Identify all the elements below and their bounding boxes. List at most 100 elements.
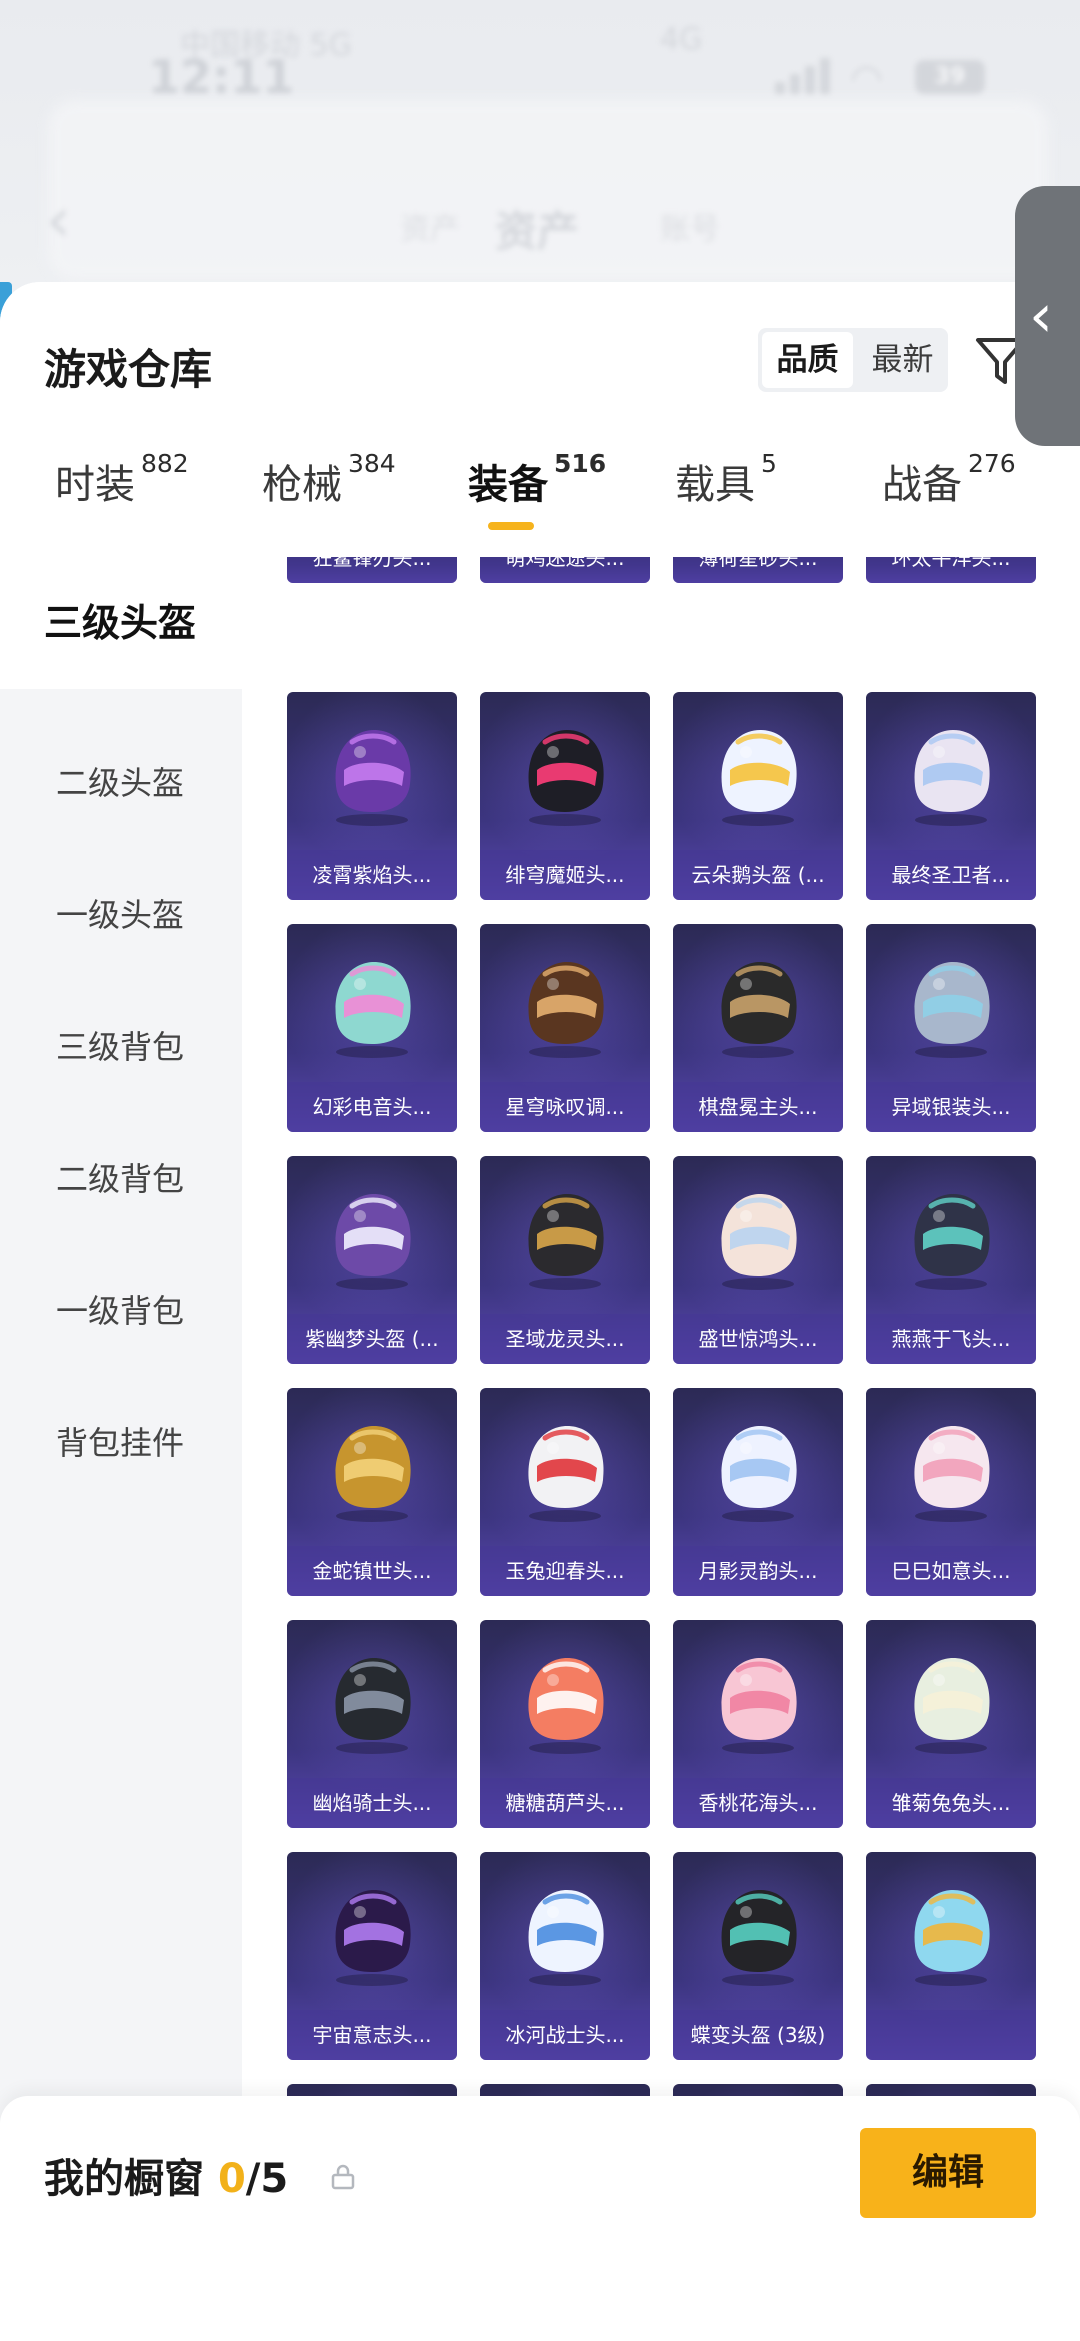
- side-item-backpack-1[interactable]: 一级背包: [0, 1245, 242, 1377]
- item-card[interactable]: 宇宙意志头...: [287, 1852, 457, 2060]
- item-name: 幽焰骑士头...: [287, 1778, 457, 1828]
- item-card[interactable]: 雏菊兔兔头...: [866, 1620, 1036, 1828]
- item-card[interactable]: 燕燕于飞头...: [866, 1156, 1036, 1364]
- item-card[interactable]: 紫幽梦头盔 (...: [287, 1156, 457, 1364]
- item-card[interactable]: 幻彩电音头...: [287, 924, 457, 1132]
- item-card[interactable]: 金蛇镇世头...: [287, 1388, 457, 1596]
- side-item-helmet-2[interactable]: 二级头盔: [0, 717, 242, 849]
- item-name: 蝶变头盔 (3级): [673, 2010, 843, 2060]
- helmet-icon: [528, 1426, 604, 1522]
- item-name: 圣域龙灵头...: [480, 1314, 650, 1364]
- item-card[interactable]: 萌鸡迷途头...: [480, 557, 650, 583]
- item-name: 巳巳如意头...: [866, 1546, 1036, 1596]
- item-card[interactable]: 幽焰骑士头...: [287, 1620, 457, 1828]
- showcase-bar: 我的橱窗 0/5 编辑: [0, 2096, 1080, 2341]
- item-card[interactable]: 圣域龙灵头...: [480, 1156, 650, 1364]
- item-name: 萌鸡迷途头...: [480, 557, 650, 583]
- item-name: 雏菊兔兔头...: [866, 1778, 1036, 1828]
- back-icon: ‹: [46, 183, 71, 256]
- battery-icon: 39: [915, 60, 985, 94]
- item-card[interactable]: 狂鲨锋刃头...: [287, 557, 457, 583]
- showcase-current: 0: [217, 2156, 246, 2202]
- side-item-helmet-3[interactable]: 三级头盔: [0, 557, 242, 689]
- tab-label: 枪械: [262, 462, 342, 508]
- showcase-total: /5: [245, 2156, 289, 2202]
- warehouse-sheet: 游戏仓库 品质 最新 时装 882 枪械 384 装备 516 载具 5 战备 276: [0, 282, 1080, 2341]
- item-name: 宇宙意志头...: [287, 2010, 457, 2060]
- item-card[interactable]: 绯穹魔姬头...: [480, 692, 650, 900]
- helmet-icon: [335, 962, 411, 1058]
- item-card[interactable]: 星穹咏叹调...: [480, 924, 650, 1132]
- item-card[interactable]: 香桃花海头...: [673, 1620, 843, 1828]
- tab-label: 时装: [55, 462, 135, 508]
- helmet-icon: [528, 1890, 604, 1986]
- item-card[interactable]: 棋盘冕主头...: [673, 924, 843, 1132]
- tab-weapons[interactable]: 枪械 384: [262, 448, 396, 510]
- item-name: 月影灵韵头...: [673, 1546, 843, 1596]
- item-name: 金蛇镇世头...: [287, 1546, 457, 1596]
- item-card[interactable]: 盛世惊鸿头...: [673, 1156, 843, 1364]
- item-grid: 狂鲨锋刃头... 萌鸡迷途头... 薄荷星砂头... 环太平洋头... 凌霄紫焰头...…: [242, 557, 1080, 2341]
- showcase-title: 我的橱窗 0/5: [44, 2146, 288, 2204]
- item-name: 棋盘冕主头...: [673, 1082, 843, 1132]
- sheet-header: 游戏仓库 品质 最新 时装 882 枪械 384 装备 516 载具 5 战备 276: [0, 282, 1080, 557]
- item-card[interactable]: 云朵鹅头盔 (...: [673, 692, 843, 900]
- helmet-icon: [528, 1194, 604, 1290]
- side-item-helmet-1[interactable]: 一级头盔: [0, 849, 242, 981]
- sort-quality[interactable]: 品质: [762, 332, 853, 388]
- item-card[interactable]: [866, 1852, 1036, 2060]
- item-card[interactable]: 环太平洋头...: [866, 557, 1036, 583]
- item-name: 糖糖葫芦头...: [480, 1778, 650, 1828]
- sort-newest[interactable]: 最新: [857, 328, 948, 392]
- item-name: 薄荷星砂头...: [673, 557, 843, 583]
- helmet-icon: [528, 1658, 604, 1754]
- subcategory-sidebar: 三级头盔 二级头盔 一级头盔 三级背包 二级背包 一级背包 背包挂件: [0, 557, 242, 2341]
- item-card[interactable]: 冰河战士头...: [480, 1852, 650, 2060]
- tab-count: 384: [348, 448, 396, 478]
- item-card[interactable]: 蝶变头盔 (3级): [673, 1852, 843, 2060]
- tab-count: 882: [141, 448, 189, 478]
- helmet-icon: [335, 1658, 411, 1754]
- edit-button[interactable]: 编辑: [860, 2128, 1036, 2218]
- tab-fashion[interactable]: 时装 882: [55, 448, 189, 510]
- background-right-tab: 账号: [660, 212, 720, 247]
- item-name: 燕燕于飞头...: [866, 1314, 1036, 1364]
- helmet-icon: [721, 962, 797, 1058]
- helmet-icon: [914, 1426, 990, 1522]
- item-name: 凌霄紫焰头...: [287, 850, 457, 900]
- side-panel-handle[interactable]: ‹: [1015, 186, 1080, 446]
- item-name: 玉兔迎春头...: [480, 1546, 650, 1596]
- item-name: 绯穹魔姬头...: [480, 850, 650, 900]
- tab-label: 载具: [675, 462, 755, 508]
- item-card[interactable]: 凌霄紫焰头...: [287, 692, 457, 900]
- item-name: 冰河战士头...: [480, 2010, 650, 2060]
- page-title: 游戏仓库: [44, 345, 213, 394]
- item-card[interactable]: 糖糖葫芦头...: [480, 1620, 650, 1828]
- item-name: 异域银装头...: [866, 1082, 1036, 1132]
- helmet-icon: [914, 1658, 990, 1754]
- item-name: 最终圣卫者...: [866, 850, 1036, 900]
- item-card[interactable]: 薄荷星砂头...: [673, 557, 843, 583]
- side-item-backpack-charm[interactable]: 背包挂件: [0, 1377, 242, 1509]
- helmet-icon: [914, 730, 990, 826]
- item-card[interactable]: 玉兔迎春头...: [480, 1388, 650, 1596]
- item-card[interactable]: 异域银装头...: [866, 924, 1036, 1132]
- status-time: 12:11: [148, 50, 295, 104]
- item-card[interactable]: 巳巳如意头...: [866, 1388, 1036, 1596]
- background-left-tab: 资产: [400, 212, 460, 247]
- item-name: 云朵鹅头盔 (...: [673, 850, 843, 900]
- item-name: 香桃花海头...: [673, 1778, 843, 1828]
- item-card[interactable]: 最终圣卫者...: [866, 692, 1036, 900]
- signal-icon: [775, 58, 831, 94]
- helmet-icon: [335, 730, 411, 826]
- side-item-backpack-3[interactable]: 三级背包: [0, 981, 242, 1113]
- status-bar: 中国移动 5G 4G 12:11 ◠ 39: [0, 0, 1080, 110]
- lock-icon: [331, 2164, 355, 2190]
- item-card[interactable]: 月影灵韵头...: [673, 1388, 843, 1596]
- side-item-backpack-2[interactable]: 二级背包: [0, 1113, 242, 1245]
- background-title: 资产: [495, 207, 580, 256]
- tab-equipment[interactable]: 装备 516: [468, 449, 606, 530]
- item-name: [866, 2010, 1036, 2060]
- tab-supplies[interactable]: 战备 276: [882, 449, 1016, 510]
- tab-vehicles[interactable]: 载具 5: [675, 449, 777, 510]
